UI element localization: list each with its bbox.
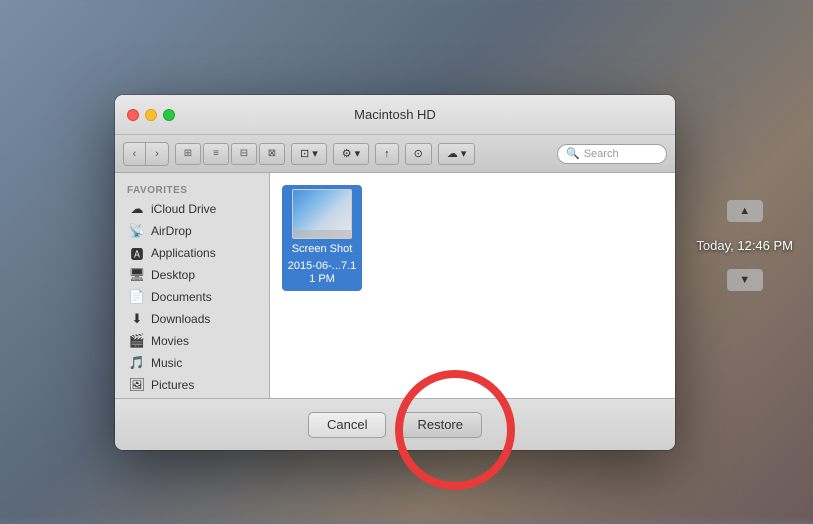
share-icon: ↑ (384, 148, 390, 160)
documents-icon: 📄 (129, 289, 145, 305)
screenshot-preview (293, 190, 351, 238)
sidebar-item-downloads[interactable]: ⬇ Downloads (117, 308, 267, 330)
applications-icon: 🅰 (129, 245, 145, 261)
arrange-icon: ⊡ (300, 147, 309, 160)
back-button[interactable]: ‹ (124, 143, 146, 165)
sidebar-label-airdrop: AirDrop (151, 224, 192, 238)
search-icon: 🔍 (566, 147, 580, 160)
close-button[interactable] (127, 109, 139, 121)
file-item-screenshot[interactable]: Screen Shot 2015-06-...7.11 PM (282, 185, 362, 291)
maximize-button[interactable] (163, 109, 175, 121)
arrange-chevron: ▾ (312, 147, 318, 160)
sidebar-item-desktop[interactable]: 🖥 Desktop (117, 264, 267, 286)
tm-up-arrow[interactable]: ▲ (727, 200, 763, 222)
sidebar-item-icloud-drive[interactable]: ☁ iCloud Drive (117, 198, 267, 220)
action-chevron: ▾ (355, 147, 361, 160)
sidebar-label-pictures: Pictures (151, 378, 194, 392)
forward-button[interactable]: › (146, 143, 168, 165)
label-icon: ⊙ (414, 147, 423, 160)
cloud-chevron: ▾ (461, 147, 467, 160)
minimize-button[interactable] (145, 109, 157, 121)
window-title: Macintosh HD (354, 107, 436, 122)
sidebar-item-documents[interactable]: 📄 Documents (117, 286, 267, 308)
sidebar-label-applications: Applications (151, 246, 216, 260)
restore-button[interactable]: Restore (398, 412, 482, 438)
file-label-name: Screen Shot (292, 243, 353, 256)
content-area: FAVORITES ☁ iCloud Drive 📡 AirDrop 🅰 App… (115, 173, 675, 398)
sidebar-item-pictures[interactable]: 🖼 Pictures (117, 374, 267, 396)
file-thumbnail (292, 189, 352, 239)
view-buttons: ⊞ ≡ ⊟ ⊠ (175, 143, 285, 165)
sidebar-label-downloads: Downloads (151, 312, 210, 326)
label-button[interactable]: ⊙ (405, 143, 432, 165)
sidebar-item-movies[interactable]: 🎬 Movies (117, 330, 267, 352)
music-icon: 🎵 (129, 355, 145, 371)
airdrop-icon: 📡 (129, 223, 145, 239)
tm-down-arrow[interactable]: ▼ (727, 269, 763, 291)
list-view-button[interactable]: ≡ (203, 143, 229, 165)
cancel-button[interactable]: Cancel (308, 412, 386, 438)
title-bar: Macintosh HD (115, 95, 675, 135)
sidebar-label-documents: Documents (151, 290, 212, 304)
downloads-icon: ⬇ (129, 311, 145, 327)
sidebar-label-desktop: Desktop (151, 268, 195, 282)
file-label-date: 2015-06-...7.11 PM (286, 260, 358, 286)
bottom-bar: Cancel Restore (115, 398, 675, 450)
sidebar-item-airdrop[interactable]: 📡 AirDrop (117, 220, 267, 242)
time-machine-panel: ▲ Today, 12:46 PM ▼ (696, 200, 793, 291)
file-area[interactable]: Screen Shot 2015-06-...7.11 PM (270, 173, 675, 398)
nav-buttons: ‹ › (123, 142, 169, 166)
favorites-label: FAVORITES (115, 181, 269, 198)
sidebar-label-movies: Movies (151, 334, 189, 348)
sidebar-label-icloud: iCloud Drive (151, 202, 216, 216)
sidebar: FAVORITES ☁ iCloud Drive 📡 AirDrop 🅰 App… (115, 173, 270, 398)
traffic-lights (127, 109, 175, 121)
action-button[interactable]: ⚙ ▾ (333, 143, 369, 165)
arrange-button[interactable]: ⊡ ▾ (291, 143, 327, 165)
cloud-button[interactable]: ☁ ▾ (438, 143, 476, 165)
finder-dialog: Macintosh HD ‹ › ⊞ ≡ ⊟ ⊠ ⊡ ▾ ⚙ ▾ ↑ ⊙ ☁ (115, 95, 675, 450)
flow-view-button[interactable]: ⊠ (259, 143, 285, 165)
icon-view-button[interactable]: ⊞ (175, 143, 201, 165)
pictures-icon: 🖼 (129, 377, 145, 393)
movies-icon: 🎬 (129, 333, 145, 349)
search-box[interactable]: 🔍 Search (557, 144, 667, 164)
sidebar-item-applications[interactable]: 🅰 Applications (117, 242, 267, 264)
gear-icon: ⚙ (342, 147, 352, 160)
sidebar-label-music: Music (151, 356, 182, 370)
desktop-icon: 🖥 (129, 267, 145, 283)
cloud-icon: ☁ (447, 147, 458, 160)
search-placeholder: Search (584, 148, 619, 160)
share-button[interactable]: ↑ (375, 143, 399, 165)
column-view-button[interactable]: ⊟ (231, 143, 257, 165)
time-label: Today, 12:46 PM (696, 238, 793, 253)
sidebar-item-music[interactable]: 🎵 Music (117, 352, 267, 374)
icloud-icon: ☁ (129, 201, 145, 217)
toolbar: ‹ › ⊞ ≡ ⊟ ⊠ ⊡ ▾ ⚙ ▾ ↑ ⊙ ☁ ▾ 🔍 (115, 135, 675, 173)
